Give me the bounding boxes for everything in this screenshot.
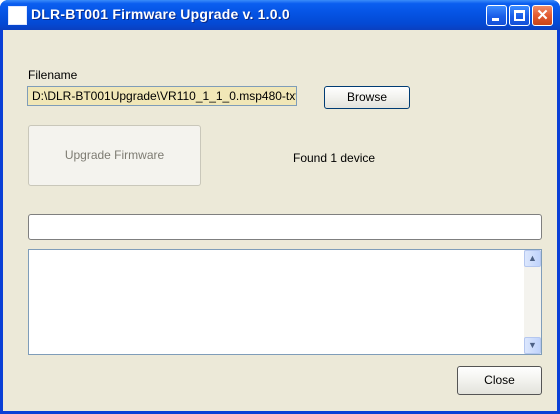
- close-icon: ✕: [536, 7, 549, 24]
- log-scrollbar[interactable]: ▲ ▼: [524, 250, 541, 354]
- client-area: Filename D:\DLR-BT001Upgrade\VR110_1_1_0…: [3, 30, 557, 411]
- window-title: DLR-BT001 Firmware Upgrade v. 1.0.0: [31, 6, 290, 22]
- title-bar[interactable]: DLR-BT001 Firmware Upgrade v. 1.0.0 ✕: [0, 0, 560, 30]
- filename-field[interactable]: D:\DLR-BT001Upgrade\VR110_1_1_0.msp480-t…: [27, 86, 297, 106]
- device-status-text: Found 1 device: [293, 151, 376, 165]
- progress-bar: [28, 214, 542, 240]
- close-button[interactable]: Close: [457, 366, 542, 395]
- app-window: DLR-BT001 Firmware Upgrade v. 1.0.0 ✕ Fi…: [0, 0, 560, 414]
- maximize-button[interactable]: [509, 5, 530, 26]
- log-textarea[interactable]: ▲ ▼: [28, 249, 542, 355]
- maximize-icon: [514, 10, 525, 21]
- scroll-up-icon[interactable]: ▲: [524, 250, 541, 267]
- close-window-button[interactable]: ✕: [532, 5, 553, 26]
- browse-button[interactable]: Browse: [324, 86, 410, 109]
- minimize-button[interactable]: [486, 5, 507, 26]
- app-icon: [8, 6, 27, 25]
- upgrade-firmware-button[interactable]: Upgrade Firmware: [28, 125, 201, 186]
- scroll-down-icon[interactable]: ▼: [524, 337, 541, 354]
- minimize-icon: [492, 18, 499, 21]
- filename-label: Filename: [28, 68, 78, 82]
